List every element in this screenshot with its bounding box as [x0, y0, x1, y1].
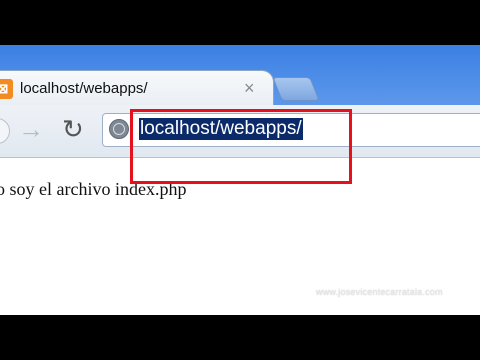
forward-arrow-icon[interactable]: → — [18, 115, 44, 143]
globe-icon — [109, 119, 129, 139]
watermark: www.josevicentecarratala.com — [316, 287, 443, 297]
close-tab-icon[interactable]: × — [244, 78, 255, 98]
annotation-highlight-box — [130, 109, 352, 184]
reload-icon[interactable]: ↻ — [62, 115, 84, 143]
browser-window: ⊠ localhost/webapps/ × → ↻ localhost/web… — [0, 45, 480, 315]
tab-title: localhost/webapps/ — [20, 80, 148, 97]
xampp-favicon-icon: ⊠ — [0, 79, 13, 99]
